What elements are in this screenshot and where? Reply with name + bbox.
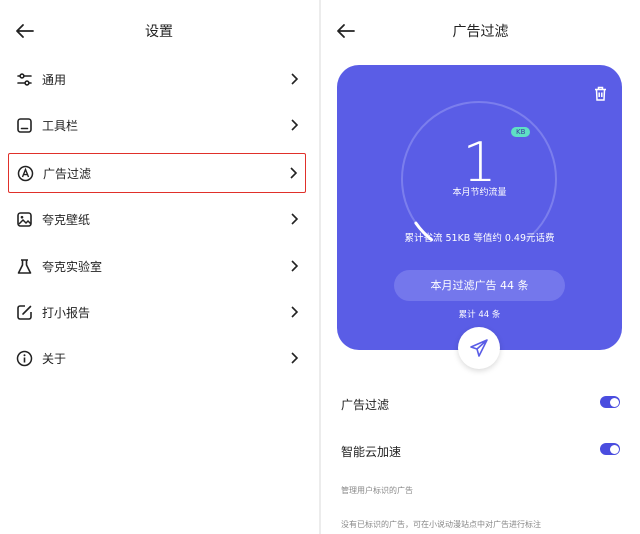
- sliders-icon: [17, 73, 32, 86]
- setting-label: 智能云加速: [341, 445, 402, 459]
- chevron-right-icon: [291, 352, 299, 364]
- page-title: 广告过滤: [452, 24, 509, 40]
- menu-item-about[interactable]: 关于: [8, 338, 306, 378]
- menu-item-wallpaper[interactable]: 夸克壁纸: [8, 199, 306, 239]
- menu-item-ad-filter[interactable]: 广告过滤: [8, 153, 306, 193]
- saved-traffic-label: 本月节约流量: [452, 188, 507, 198]
- wallpaper-icon: [17, 212, 32, 227]
- menu-item-label: 广告过滤: [43, 167, 92, 181]
- menu-item-label: 关于: [42, 352, 67, 366]
- chevron-right-icon: [291, 306, 299, 318]
- report-icon: [17, 305, 32, 320]
- cloud-accel-setting-row: 智能云加速: [341, 435, 620, 465]
- menu-item-label: 打小报告: [42, 306, 91, 320]
- ad-filter-topbar: 广告过滤: [321, 0, 640, 62]
- chevron-right-icon: [291, 213, 299, 225]
- ad-filter-setting-row: 广告过滤: [341, 388, 620, 418]
- ad-filter-pane: 广告过滤 1 KB 本月节约流量 累计省流 51KB 等值约 0.49元话费 本…: [321, 0, 640, 534]
- menu-item-report[interactable]: 打小报告: [8, 292, 306, 332]
- settings-pane: 设置 通用 工具栏 广告过滤 夸克壁纸 夸克实验室 打小报告 关于: [0, 0, 318, 534]
- info-icon: [16, 350, 33, 367]
- share-button[interactable]: [458, 327, 500, 369]
- empty-list-note: 没有已标识的广告，可在小说动漫站点中对广告进行标注: [341, 520, 541, 529]
- total-savings-text: 累计省流 51KB 等值约 0.49元话费: [404, 233, 555, 244]
- menu-item-general[interactable]: 通用: [8, 59, 306, 99]
- cloud-accel-toggle[interactable]: [600, 443, 620, 455]
- menu-item-label: 通用: [42, 73, 67, 87]
- ad-filter-toggle[interactable]: [600, 396, 620, 408]
- flask-icon: [17, 259, 32, 274]
- chevron-right-icon: [291, 119, 299, 131]
- setting-label: 广告过滤: [341, 398, 390, 412]
- ad-filter-icon: [17, 165, 34, 182]
- total-filtered-text: 累计 44 条: [458, 310, 501, 320]
- manage-section-label: 管理用户标识的广告: [341, 486, 413, 495]
- page-title: 设置: [145, 24, 173, 40]
- chevron-right-icon: [291, 260, 299, 272]
- settings-topbar: 设置: [0, 0, 318, 62]
- toolbar-icon: [17, 118, 32, 133]
- menu-item-label: 工具栏: [42, 119, 79, 133]
- unit-badge: KB: [511, 127, 531, 137]
- chevron-right-icon: [291, 73, 299, 85]
- menu-item-label: 夸克壁纸: [42, 213, 91, 227]
- monthly-filtered-pill[interactable]: 本月过滤广告 44 条: [394, 270, 565, 301]
- menu-item-toolbar[interactable]: 工具栏: [8, 105, 306, 145]
- chevron-right-icon: [290, 167, 298, 179]
- traffic-card: 1 KB 本月节约流量 累计省流 51KB 等值约 0.49元话费 本月过滤广告…: [337, 65, 622, 350]
- menu-item-lab[interactable]: 夸克实验室: [8, 246, 306, 286]
- menu-item-label: 夸克实验室: [42, 260, 103, 274]
- send-icon: [470, 339, 488, 357]
